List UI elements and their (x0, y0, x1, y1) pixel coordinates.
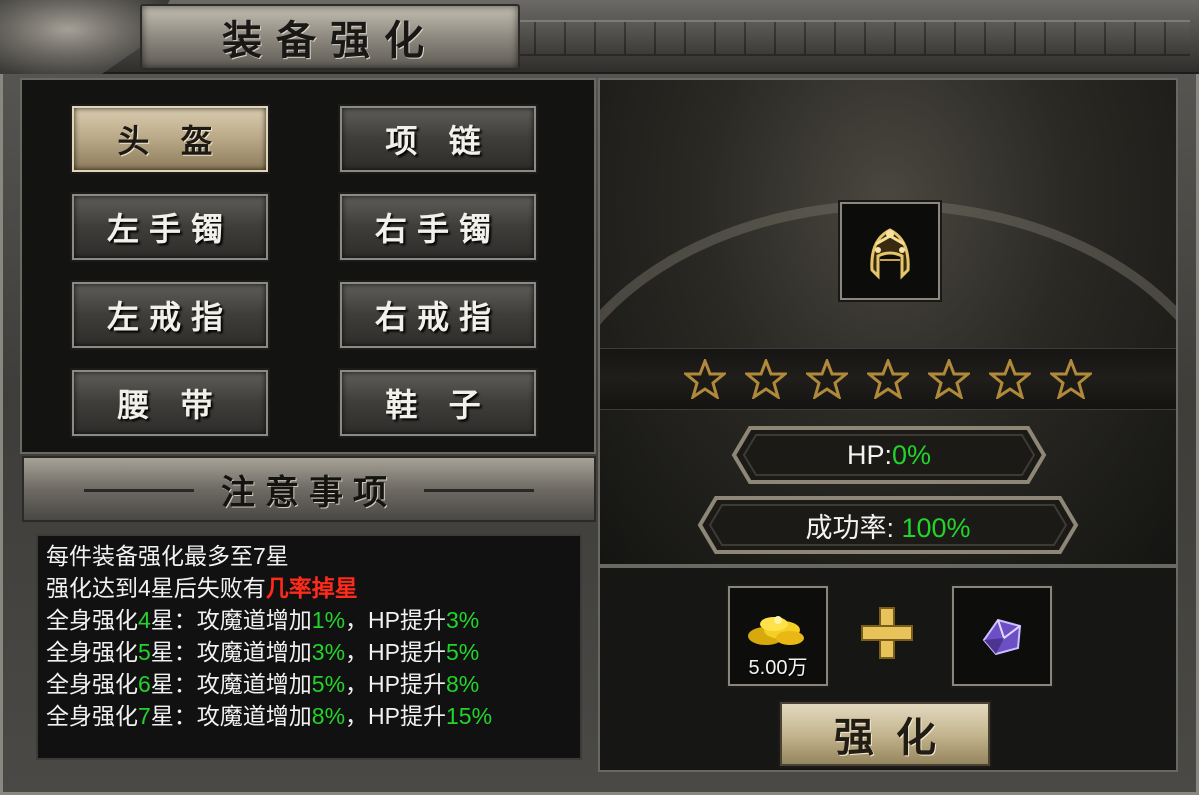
star-icon (806, 359, 848, 399)
note-line: 每件装备强化最多至7星 (46, 540, 572, 572)
bonus-text: ，HP提升 (345, 607, 446, 633)
material-cost-slot[interactable] (952, 586, 1052, 686)
star-icon (684, 359, 726, 399)
equipment-item-slot[interactable] (840, 202, 940, 300)
bonus-row: 全身强化6星：攻魔道增加5%，HP提升8% (46, 668, 572, 700)
item-preview-panel: HP:0% 成功率: 100% (598, 78, 1178, 566)
notes-banner: 注意事项 (22, 456, 596, 522)
cost-panel: 5.00万 强化 (598, 566, 1178, 772)
chain-ornament (520, 20, 1190, 56)
bonus-hp-value: 8% (446, 671, 480, 697)
bonus-row: 全身强化4星：攻魔道增加1%，HP提升3% (46, 604, 572, 636)
star-icon (867, 359, 909, 399)
star-icon (1050, 359, 1092, 399)
bonus-attack-value: 8% (311, 703, 346, 729)
slot-label: 左手镯 (106, 210, 233, 248)
slot-button-shoes[interactable]: 鞋 子 (338, 368, 538, 438)
bonus-hp-value: 15% (446, 703, 493, 729)
enhance-stars (600, 348, 1176, 410)
success-rate-plate: 成功率: 100% (696, 494, 1080, 556)
note-line: 强化达到4星后失败有几率掉星 (46, 572, 572, 604)
star-icon (989, 359, 1031, 399)
bonus-row: 全身强化7星：攻魔道增加8%，HP提升15% (46, 700, 572, 732)
slot-label: 右手镯 (374, 210, 501, 248)
success-rate-label: 成功率: (805, 512, 902, 543)
slot-label: 项 链 (385, 122, 491, 160)
bonus-attack-value: 5% (311, 671, 346, 697)
slot-button-left-ring[interactable]: 左戒指 (70, 280, 270, 350)
bonus-attack-value: 3% (311, 639, 346, 665)
hp-value: 0% (891, 439, 932, 470)
bonus-text: 全身强化 (46, 607, 138, 633)
slot-button-helmet[interactable]: 头 盔 (70, 104, 270, 174)
bonus-star-count: 4 (138, 607, 151, 633)
bonus-text: 全身强化 (46, 671, 138, 697)
bonus-hp-value: 5% (446, 639, 480, 665)
bonus-hp-value: 3% (446, 607, 480, 633)
note-warning: 几率掉星 (265, 575, 358, 601)
slot-label: 鞋 子 (385, 386, 491, 424)
bonus-text: 星：攻魔道增加 (150, 703, 312, 729)
bonus-star-count: 6 (138, 671, 151, 697)
bonus-star-count: 7 (138, 703, 151, 729)
hp-plate: HP:0% (730, 424, 1048, 486)
gold-cost-slot[interactable]: 5.00万 (728, 586, 828, 686)
notes-title: 注意事项 (221, 472, 397, 513)
slot-label: 右戒指 (374, 298, 501, 336)
helmet-icon (870, 228, 910, 280)
enhance-button[interactable]: 强化 (778, 700, 992, 768)
slot-button-right-bracelet[interactable]: 右手镯 (338, 192, 538, 262)
note-text: 每件装备强化最多至7星 (46, 543, 289, 569)
star-icon (928, 359, 970, 399)
star-icon (745, 359, 787, 399)
window-title: 装备强化 (222, 17, 438, 64)
success-rate-value: 100% (901, 512, 971, 543)
bonus-text: ，HP提升 (345, 639, 446, 665)
slot-label: 腰 带 (117, 386, 223, 424)
bonus-star-count: 5 (138, 639, 151, 665)
slot-button-belt[interactable]: 腰 带 (70, 368, 270, 438)
slot-button-left-bracelet[interactable]: 左手镯 (70, 192, 270, 262)
enhance-label: 强化 (834, 714, 958, 761)
bonus-text: 全身强化 (46, 703, 138, 729)
title-bar: 装备强化 (0, 0, 1199, 74)
bonus-text: ，HP提升 (345, 703, 446, 729)
title-plate: 装备强化 (140, 4, 520, 70)
banner-ornament (84, 489, 194, 492)
bonus-row: 全身强化5星：攻魔道增加3%，HP提升5% (46, 636, 572, 668)
equipment-slot-panel: 头 盔 项 链 左手镯 右手镯 左戒指 右戒指 腰 带 鞋 子 (20, 78, 596, 454)
note-text: 强化达到4星后失败有 (46, 575, 266, 601)
purple-gem-icon (982, 618, 1022, 656)
slot-label: 左戒指 (106, 298, 233, 336)
slot-button-necklace[interactable]: 项 链 (338, 104, 538, 174)
slot-button-right-ring[interactable]: 右戒指 (338, 280, 538, 350)
banner-ornament (424, 489, 534, 492)
slot-label: 头 盔 (117, 122, 223, 160)
bonus-text: 全身强化 (46, 639, 138, 665)
gold-amount: 5.00万 (748, 657, 808, 679)
bonus-text: ，HP提升 (345, 671, 446, 697)
hp-label: HP: (846, 439, 892, 470)
bonus-text: 星：攻魔道增加 (150, 671, 312, 697)
plus-icon (861, 607, 913, 659)
bonus-text: 星：攻魔道增加 (150, 639, 312, 665)
bonus-text: 星：攻魔道增加 (150, 607, 312, 633)
notes-box: 每件装备强化最多至7星 强化达到4星后失败有几率掉星 全身强化4星：攻魔道增加1… (36, 534, 582, 760)
bonus-attack-value: 1% (311, 607, 346, 633)
